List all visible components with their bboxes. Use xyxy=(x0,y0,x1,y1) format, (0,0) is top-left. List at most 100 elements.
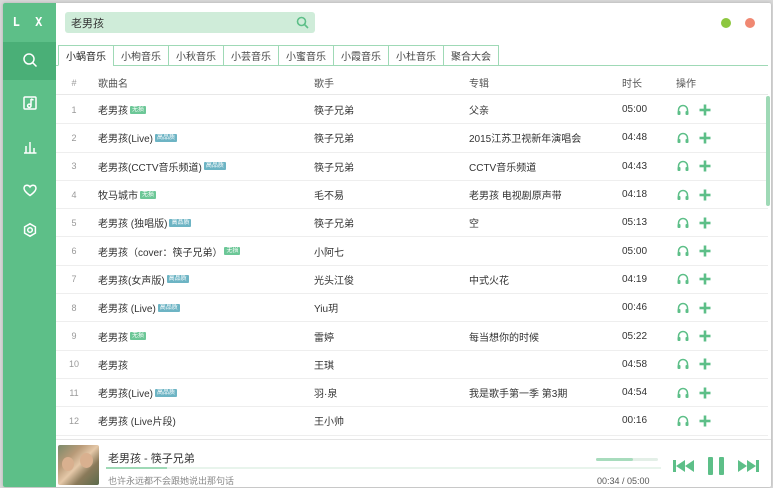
table-row[interactable]: 2 老男孩(Live) 高品质 筷子兄弟 2015江苏卫视新年演唱会 04:48 xyxy=(56,124,768,153)
add-button[interactable] xyxy=(698,301,712,315)
pause-button[interactable] xyxy=(705,456,727,477)
table-row[interactable]: 4 牧马城市 无损 毛不易 老男孩 电视剧原声带 04:18 xyxy=(56,181,768,210)
table-row[interactable]: 11 老男孩(Live) 高品质 羽·泉 我是歌手第一季 第3期 04:54 xyxy=(56,379,768,408)
duration-cell: 05:22 xyxy=(622,330,648,342)
add-button[interactable] xyxy=(698,159,712,173)
prev-button[interactable] xyxy=(672,457,696,477)
headphones-icon xyxy=(677,274,689,285)
headphones-icon xyxy=(677,104,689,115)
album-cell xyxy=(469,237,619,264)
app-window: L X 老男孩 小蜗音乐 小枸音乐 小秋音乐 小芸音乐 小蜜音乐 小霞音乐 小杜… xyxy=(3,3,771,487)
listen-button[interactable] xyxy=(676,188,690,202)
search-input[interactable] xyxy=(71,15,281,30)
header-album: 专辑 xyxy=(469,79,489,90)
add-button[interactable] xyxy=(698,357,712,371)
listen-button[interactable] xyxy=(676,216,690,230)
album-cell xyxy=(469,351,619,378)
table-row[interactable]: 10 老男孩 王琪 04:58 xyxy=(56,351,768,379)
listen-button[interactable] xyxy=(676,357,690,371)
album-cell: 中式火花 xyxy=(469,275,509,287)
headphones-icon xyxy=(677,217,689,228)
listen-button[interactable] xyxy=(676,159,690,173)
add-button[interactable] xyxy=(698,131,712,145)
song-name: 老男孩 xyxy=(98,360,128,372)
nav-favorites[interactable] xyxy=(3,172,56,210)
search-icon xyxy=(22,52,38,71)
quality-badge: 无损 xyxy=(130,105,147,114)
tab-source-4[interactable]: 小芸音乐 xyxy=(223,45,279,66)
add-button[interactable] xyxy=(698,329,712,343)
row-number: 9 xyxy=(71,331,77,342)
singer-cell: 羽·泉 xyxy=(314,389,338,401)
table-row[interactable]: 3 老男孩(CCTV音乐频道) 高品质 筷子兄弟 CCTV音乐频道 04:43 xyxy=(56,153,768,181)
tab-source-6[interactable]: 小霞音乐 xyxy=(333,45,389,66)
listen-button[interactable] xyxy=(676,131,690,145)
listen-button[interactable] xyxy=(676,386,690,400)
row-number: 8 xyxy=(71,302,77,313)
listen-button[interactable] xyxy=(676,272,690,286)
quality-badge: 高品质 xyxy=(155,133,178,142)
singer-cell: 王小帅 xyxy=(314,417,344,429)
progress-bar[interactable] xyxy=(106,467,661,469)
song-name: 老男孩 xyxy=(98,106,128,118)
add-button[interactable] xyxy=(698,188,712,202)
search-icon[interactable] xyxy=(296,16,309,29)
next-button[interactable] xyxy=(736,457,760,477)
listen-button[interactable] xyxy=(676,244,690,258)
table-row[interactable]: 1 老男孩 无损 筷子兄弟 父亲 05:00 xyxy=(56,96,768,125)
song-name: 老男孩 xyxy=(98,332,128,344)
song-name-cell: 老男孩 (独唱版) 高品质 xyxy=(98,209,308,236)
listen-button[interactable] xyxy=(676,301,690,315)
add-button[interactable] xyxy=(698,386,712,400)
song-name: 老男孩(女声版) xyxy=(98,275,165,287)
album-cell: 老男孩 电视剧原声带 xyxy=(469,191,562,203)
row-number: 4 xyxy=(71,189,77,200)
tab-source-5[interactable]: 小蜜音乐 xyxy=(278,45,334,66)
table-row[interactable]: 12 老男孩 (Live片段) 王小帅 00:16 xyxy=(56,407,768,436)
nav-charts[interactable] xyxy=(3,129,56,167)
singer-cell: Yiu玥 xyxy=(314,304,339,316)
row-number: 12 xyxy=(68,415,79,426)
tab-source-2[interactable]: 小枸音乐 xyxy=(113,45,169,66)
plus-icon xyxy=(699,273,711,285)
table-row[interactable]: 8 老男孩 (Live) 高品质 Yiu玥 00:46 xyxy=(56,294,768,323)
tab-source-1[interactable]: 小蜗音乐 xyxy=(58,45,114,66)
add-button[interactable] xyxy=(698,216,712,230)
tab-source-7[interactable]: 小杜音乐 xyxy=(388,45,444,66)
album-cell: CCTV音乐频道 xyxy=(469,162,537,174)
plus-icon xyxy=(699,387,711,399)
add-button[interactable] xyxy=(698,414,712,428)
plus-icon xyxy=(699,415,711,427)
album-cover[interactable] xyxy=(58,445,99,485)
header-num: # xyxy=(71,77,77,88)
actions-cell xyxy=(676,96,726,123)
nav-settings[interactable] xyxy=(3,212,56,250)
volume-fill xyxy=(596,458,634,461)
close-button[interactable] xyxy=(745,18,755,28)
nav-search[interactable] xyxy=(3,42,56,80)
actions-cell xyxy=(676,322,726,349)
table-row[interactable]: 5 老男孩 (独唱版) 高品质 筷子兄弟空 05:13 xyxy=(56,209,768,238)
add-button[interactable] xyxy=(698,103,712,117)
nav-songlist[interactable] xyxy=(3,85,56,123)
album-cell xyxy=(469,294,619,321)
listen-button[interactable] xyxy=(676,414,690,428)
song-name-cell: 老男孩 (Live片段) xyxy=(98,407,308,434)
tab-aggregate[interactable]: 聚合大会 xyxy=(443,45,499,66)
add-button[interactable] xyxy=(698,244,712,258)
table-header: # 歌曲名 歌手 专辑 时长 操作 xyxy=(56,71,768,95)
minimize-button[interactable] xyxy=(721,18,731,28)
table-row[interactable]: 9 老男孩 无损 雷婷 每当想你的时候 05:22 xyxy=(56,322,768,351)
quality-badge: 高品质 xyxy=(155,388,178,397)
listen-button[interactable] xyxy=(676,103,690,117)
song-name: 老男孩(CCTV音乐频道) xyxy=(98,162,202,174)
headphones-icon xyxy=(677,302,689,313)
listen-button[interactable] xyxy=(676,329,690,343)
volume-slider[interactable] xyxy=(596,458,658,461)
row-number: 6 xyxy=(71,246,77,257)
table-row[interactable]: 6 老男孩（cover：筷子兄弟） 无损 小阿七 05:00 xyxy=(56,237,768,266)
add-button[interactable] xyxy=(698,272,712,286)
scrollbar[interactable] xyxy=(766,96,770,206)
tab-source-3[interactable]: 小秋音乐 xyxy=(168,45,224,66)
table-row[interactable]: 7 老男孩(女声版) 高品质 光头江俊 中式火花 04:19 xyxy=(56,266,768,295)
